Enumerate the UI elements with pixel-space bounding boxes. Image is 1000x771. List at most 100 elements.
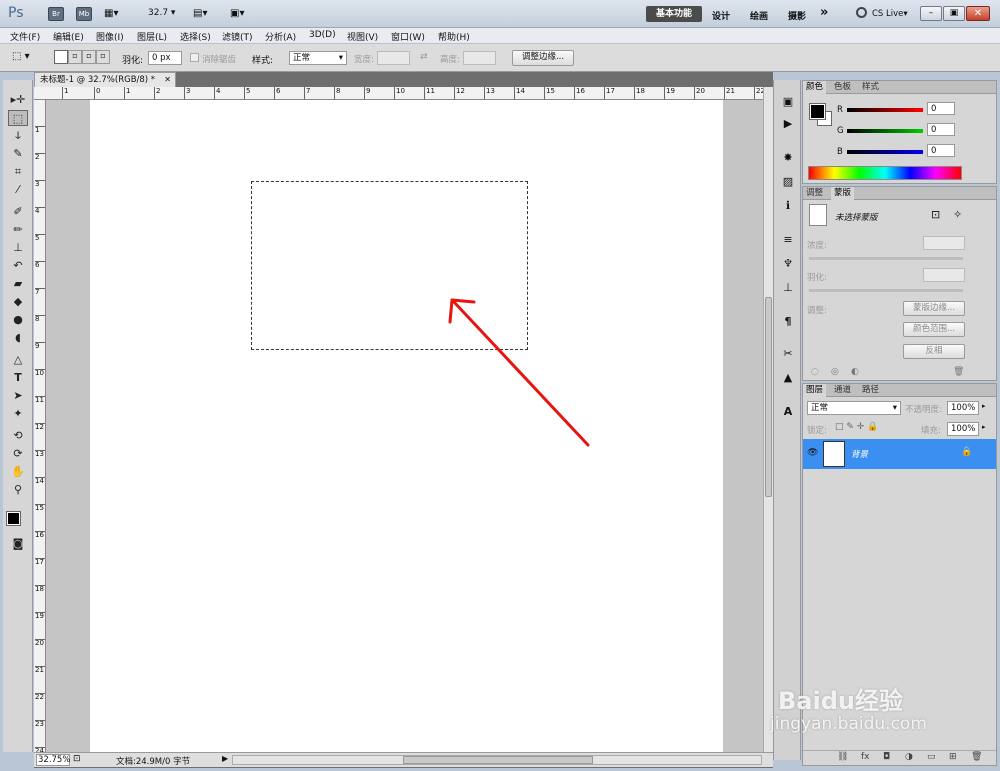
arrange-documents-icon[interactable]: ▤▾ [193, 8, 207, 19]
blend-mode-select[interactable]: 正常 ▾ [807, 401, 901, 415]
clone-source-icon[interactable]: ♆ [779, 256, 797, 272]
brush-presets-icon[interactable]: ≡ [779, 232, 797, 248]
menu-filter[interactable]: 滤镜(T) [222, 30, 253, 43]
menu-file[interactable]: 文件(F) [10, 30, 40, 43]
new-group-icon[interactable]: ▭ [927, 752, 936, 762]
menu-image[interactable]: 图像(I) [96, 30, 124, 43]
pen-tool-icon[interactable]: △ [8, 352, 28, 368]
b-value[interactable]: 0 [927, 144, 955, 157]
tab-adjustments[interactable]: 调整 [803, 187, 826, 200]
menu-help[interactable]: 帮助(H) [438, 30, 470, 43]
eyedropper-tool-icon[interactable]: ⁄ [8, 182, 28, 198]
feather-input[interactable]: 0 px [148, 51, 182, 65]
animation-icon[interactable]: ✂ [779, 346, 797, 362]
feather-slider[interactable] [809, 289, 963, 292]
tab-swatches[interactable]: 色板 [831, 81, 854, 94]
blur-tool-icon[interactable]: ● [8, 312, 28, 328]
density-slider[interactable] [809, 257, 963, 260]
status-zoom-icon[interactable]: ⊡ [73, 754, 81, 764]
rectangular-marquee-tool-icon[interactable]: ⬚ [8, 110, 28, 126]
quick-selection-tool-icon[interactable]: ✎ [8, 146, 28, 162]
workspace-essentials[interactable]: 基本功能 [646, 6, 702, 22]
opacity-arrow-icon[interactable]: ▸ [982, 402, 986, 410]
r-value[interactable]: 0 [927, 102, 955, 115]
paint-bucket-tool-icon[interactable]: ◆ [8, 294, 28, 310]
restore-button[interactable]: ▣ [943, 6, 965, 21]
b-slider[interactable] [847, 150, 923, 154]
tab-channels[interactable]: 通道 [831, 384, 854, 397]
close-tab-icon[interactable]: ✕ [164, 73, 171, 87]
menu-window[interactable]: 窗口(W) [391, 30, 425, 43]
lasso-tool-icon[interactable]: ↆ [8, 128, 28, 144]
opacity-input[interactable]: 100% [947, 401, 979, 415]
selection-mode-intersect-icon[interactable]: ▫ [96, 50, 110, 64]
workspace-photography[interactable]: 摄影 [788, 9, 806, 22]
tab-layers[interactable]: 图层 [803, 384, 827, 397]
horizontal-scroll-thumb[interactable] [403, 756, 593, 764]
menu-3d[interactable]: 3D(D) [309, 30, 336, 40]
type-tool-icon[interactable]: T [8, 370, 28, 386]
selection-mode-add-icon[interactable]: ▫ [68, 50, 82, 64]
minibridge-button[interactable]: Mb [76, 7, 92, 21]
zoom-tool-icon[interactable]: ⚲ [8, 482, 28, 498]
mask-edge-button[interactable]: 蒙版边缘... [903, 301, 965, 316]
mask-feather-input[interactable] [923, 268, 965, 282]
move-tool-icon[interactable]: ▸✛ [8, 92, 28, 108]
color-range-button[interactable]: 颜色范围... [903, 322, 965, 337]
invert-button[interactable]: 反相 [903, 344, 965, 359]
view-extras-icon[interactable]: ▦▾ [104, 8, 126, 20]
mask-load-selection-icon[interactable]: ◌ [811, 367, 819, 377]
pixel-mask-icon[interactable]: ⊡ [931, 208, 940, 221]
new-layer-icon[interactable]: ⊞ [949, 752, 957, 762]
status-zoom[interactable]: 32.75% [36, 754, 70, 766]
foreground-color-swatch[interactable] [6, 511, 21, 526]
crop-tool-icon[interactable]: ⌗ [8, 164, 28, 180]
add-mask-icon[interactable]: ◘ [883, 752, 890, 762]
bridge-button[interactable]: Br [48, 7, 64, 21]
workspace-design[interactable]: 设计 [712, 9, 730, 22]
delete-layer-icon[interactable]: 🗑 [971, 752, 982, 762]
mask-apply-icon[interactable]: ◎ [831, 367, 839, 377]
style-select[interactable]: 正常 ▾ [289, 51, 347, 65]
swap-dimensions-icon[interactable]: ⇄ [420, 52, 428, 62]
color-foreground-swatch[interactable] [809, 103, 826, 120]
selection-mode-new-icon[interactable] [54, 50, 68, 64]
menu-edit[interactable]: 编辑(E) [53, 30, 84, 43]
width-input[interactable] [377, 51, 410, 65]
link-layers-icon[interactable]: ⛓ [837, 752, 848, 762]
path-selection-tool-icon[interactable]: ➤ [8, 388, 28, 404]
zoom-level[interactable]: 32.7 ▾ [148, 8, 175, 18]
fill-arrow-icon[interactable]: ▸ [982, 423, 986, 431]
document-tab[interactable]: 未标题-1 @ 32.7%(RGB/8) * ✕ [34, 72, 176, 87]
paragraph-icon[interactable]: ¶ [779, 314, 797, 330]
menu-analysis[interactable]: 分析(A) [265, 30, 296, 43]
dodge-tool-icon[interactable]: ◖ [8, 330, 28, 346]
tab-color[interactable]: 颜色 [803, 81, 827, 94]
3d-panel-icon[interactable]: ✸ [779, 150, 797, 166]
workspace-painting[interactable]: 绘画 [750, 9, 768, 22]
lock-icons[interactable]: □ ✎ ✛ 🔒 [835, 422, 878, 432]
marquee-preset-icon[interactable]: ⬚ ▾ [12, 51, 42, 65]
tab-styles[interactable]: 样式 [859, 81, 882, 94]
mask-delete-icon[interactable]: 🗑 [953, 367, 964, 377]
r-slider[interactable] [847, 108, 923, 112]
adjustment-layer-icon[interactable]: ◑ [905, 752, 913, 762]
history-brush-tool-icon[interactable]: ↶ [8, 258, 28, 274]
menu-view[interactable]: 视图(V) [347, 30, 378, 43]
cs-live-menu[interactable]: CS Live▾ [872, 9, 908, 19]
eraser-tool-icon[interactable]: ▰ [8, 276, 28, 292]
color-spectrum[interactable] [808, 166, 962, 180]
mask-disable-icon[interactable]: ◐ [851, 367, 859, 377]
layer-visibility-eye-icon[interactable]: 👁 [807, 448, 818, 458]
g-slider[interactable] [847, 129, 923, 133]
status-menu-arrow-icon[interactable]: ▶ [222, 754, 228, 763]
healing-brush-tool-icon[interactable]: ✐ [8, 204, 28, 220]
screen-mode-icon[interactable]: ▣▾ [230, 8, 244, 19]
more-workspaces-button[interactable]: » [820, 5, 828, 20]
height-input[interactable] [463, 51, 496, 65]
character-icon[interactable]: A [779, 404, 797, 420]
shape-tool-icon[interactable]: ✦ [8, 406, 28, 422]
menu-select[interactable]: 选择(S) [180, 30, 211, 43]
menu-layer[interactable]: 图层(L) [137, 30, 167, 43]
history-icon[interactable]: ▣ [779, 94, 797, 110]
